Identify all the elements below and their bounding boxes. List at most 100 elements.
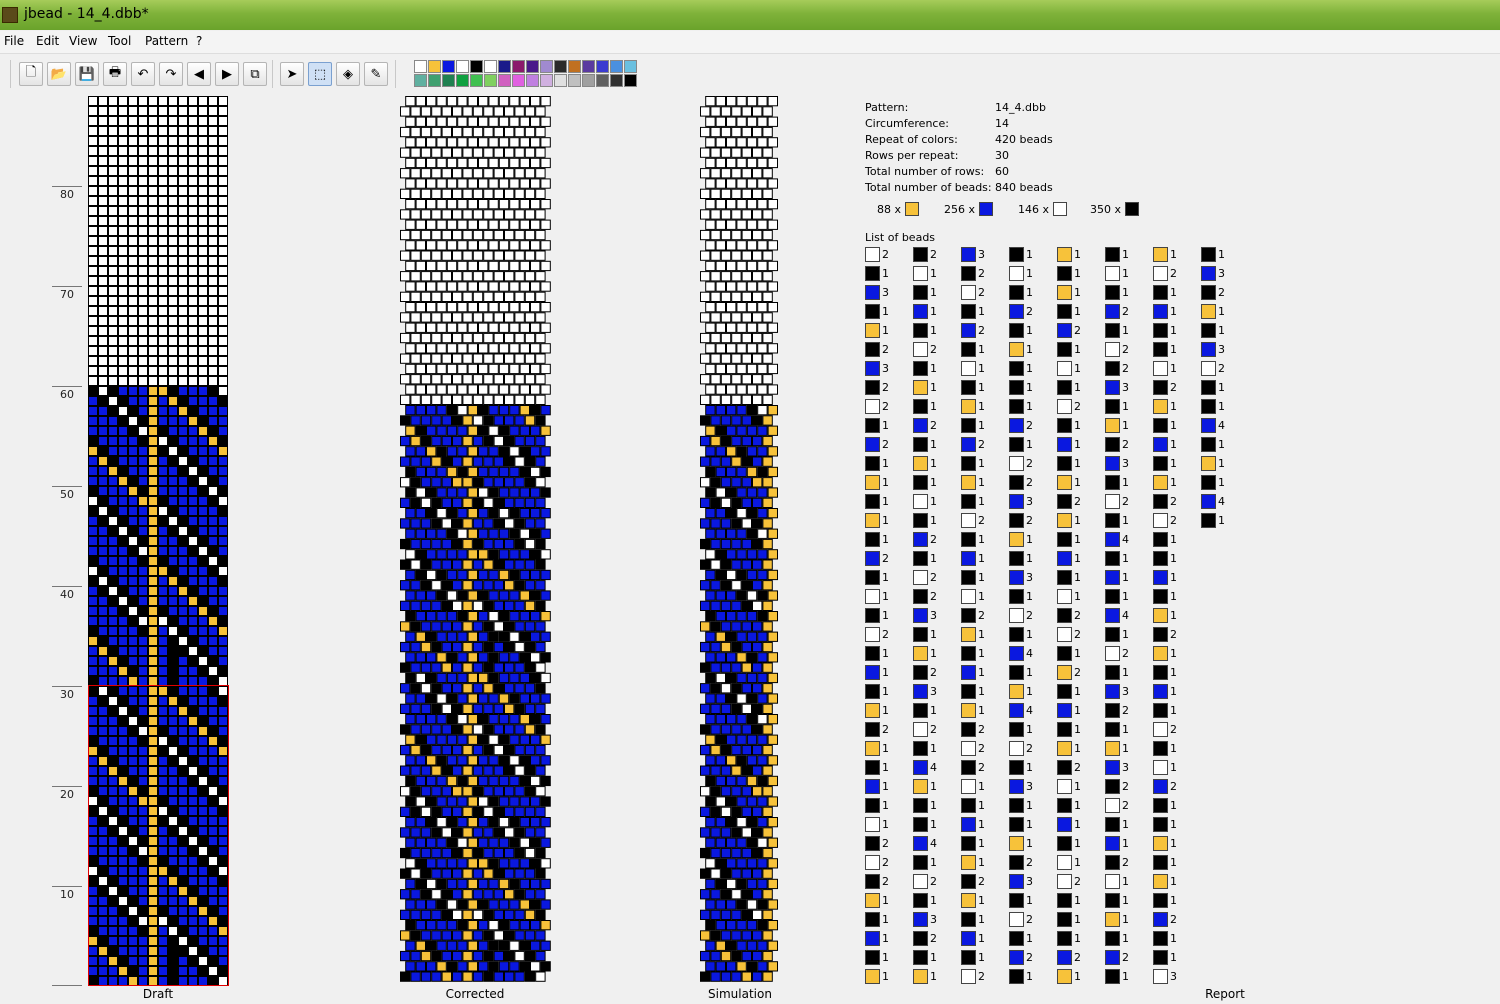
palette-color[interactable] xyxy=(540,60,553,73)
menu-file[interactable]: File xyxy=(4,34,24,48)
menu-help[interactable]: ? xyxy=(196,34,202,48)
bead xyxy=(504,106,515,117)
print-button[interactable]: 🖶 xyxy=(103,62,127,86)
bead xyxy=(700,518,711,529)
palette-color[interactable] xyxy=(568,74,581,87)
fill-button[interactable]: ◈ xyxy=(336,62,360,86)
bead xyxy=(514,683,525,694)
bead xyxy=(410,683,421,694)
bead xyxy=(188,536,198,546)
save-button[interactable]: 💾 xyxy=(75,62,99,86)
bead xyxy=(168,666,178,676)
bead xyxy=(431,889,442,900)
bead xyxy=(731,415,742,426)
palette-color[interactable] xyxy=(624,74,637,87)
palette-color[interactable] xyxy=(484,74,497,87)
palette-color[interactable] xyxy=(568,60,581,73)
new-button[interactable]: 🗋 xyxy=(19,62,43,86)
palette-color[interactable] xyxy=(428,60,441,73)
bead-list-item: 1 xyxy=(1153,474,1177,490)
palette-color[interactable] xyxy=(442,60,455,73)
palette-color[interactable] xyxy=(442,74,455,87)
bead-swatch xyxy=(961,417,976,433)
palette-color[interactable] xyxy=(456,74,469,87)
bead xyxy=(493,229,504,241)
bead xyxy=(158,586,168,596)
bead xyxy=(128,466,138,476)
palette-color[interactable] xyxy=(540,74,553,87)
pointer-button[interactable]: ➤ xyxy=(280,62,304,86)
palette-color[interactable] xyxy=(498,60,511,73)
bead xyxy=(472,168,484,179)
bead xyxy=(405,240,416,251)
bead xyxy=(488,178,499,189)
palette-color[interactable] xyxy=(596,60,609,73)
palette-color[interactable] xyxy=(512,74,525,87)
menu-view[interactable]: View xyxy=(69,34,97,48)
select-button[interactable]: ⬚ xyxy=(308,62,332,86)
bead xyxy=(452,724,463,735)
bead xyxy=(410,188,421,199)
palette-color[interactable] xyxy=(470,60,483,73)
bead xyxy=(514,621,525,632)
bead xyxy=(741,641,752,653)
color-count-text: 146 x xyxy=(1018,202,1050,216)
palette-color[interactable] xyxy=(414,74,427,87)
bead xyxy=(168,466,178,476)
bead xyxy=(767,837,778,848)
palette-color[interactable] xyxy=(526,74,539,87)
bead xyxy=(431,312,442,323)
bead xyxy=(746,775,758,787)
bead xyxy=(420,188,432,199)
bead xyxy=(736,199,747,210)
palette-color[interactable] xyxy=(596,74,609,87)
bead-count: 4 xyxy=(930,836,937,850)
palette-color[interactable] xyxy=(512,60,525,73)
bead xyxy=(118,366,128,376)
menu-edit[interactable]: Edit xyxy=(36,34,59,48)
undo-button[interactable]: ↶ xyxy=(131,62,155,86)
palette-color[interactable] xyxy=(582,60,595,73)
bead-swatch xyxy=(1105,588,1120,604)
palette-color[interactable] xyxy=(428,74,441,87)
bead-count: 2 xyxy=(1026,304,1033,318)
bead xyxy=(467,343,478,354)
palette-color[interactable] xyxy=(456,60,469,73)
bead xyxy=(726,178,737,189)
palette-color[interactable] xyxy=(554,74,567,87)
bead xyxy=(198,546,208,556)
palette-color[interactable] xyxy=(610,74,623,87)
palette-color[interactable] xyxy=(414,60,427,73)
copy-button[interactable]: ⧉ xyxy=(243,62,267,86)
palette-color[interactable] xyxy=(610,60,623,73)
arrow-left-button[interactable]: ◀ xyxy=(187,62,211,86)
menu-tool[interactable]: Tool xyxy=(108,34,131,48)
bead xyxy=(148,316,158,326)
bead-swatch xyxy=(961,512,976,528)
open-button[interactable]: 📂 xyxy=(47,62,71,86)
palette-color[interactable] xyxy=(498,74,511,87)
palette-color[interactable] xyxy=(582,74,595,87)
bead-swatch xyxy=(1105,436,1120,452)
palette-color[interactable] xyxy=(624,60,637,73)
bead-count: 1 xyxy=(930,741,937,755)
bead xyxy=(457,858,468,869)
bead xyxy=(415,775,426,787)
bead xyxy=(118,536,128,546)
palette-color[interactable] xyxy=(470,74,483,87)
palette-color[interactable] xyxy=(484,60,497,73)
pipette-button[interactable]: ✎ xyxy=(364,62,388,86)
bead-list-item: 1 xyxy=(913,892,937,908)
palette-color[interactable] xyxy=(526,60,539,73)
menu-pattern[interactable]: Pattern xyxy=(145,34,188,48)
palette-color[interactable] xyxy=(554,60,567,73)
bead xyxy=(467,837,478,848)
arrow-right-button[interactable]: ▶ xyxy=(215,62,239,86)
bead-count: 2 xyxy=(882,855,889,869)
bead-swatch xyxy=(1201,436,1216,452)
bead xyxy=(504,538,515,550)
bead-list-item: 1 xyxy=(1153,797,1177,813)
bead xyxy=(509,219,520,230)
bead-list-item: 1 xyxy=(1057,512,1081,528)
redo-button[interactable]: ↷ xyxy=(159,62,183,86)
